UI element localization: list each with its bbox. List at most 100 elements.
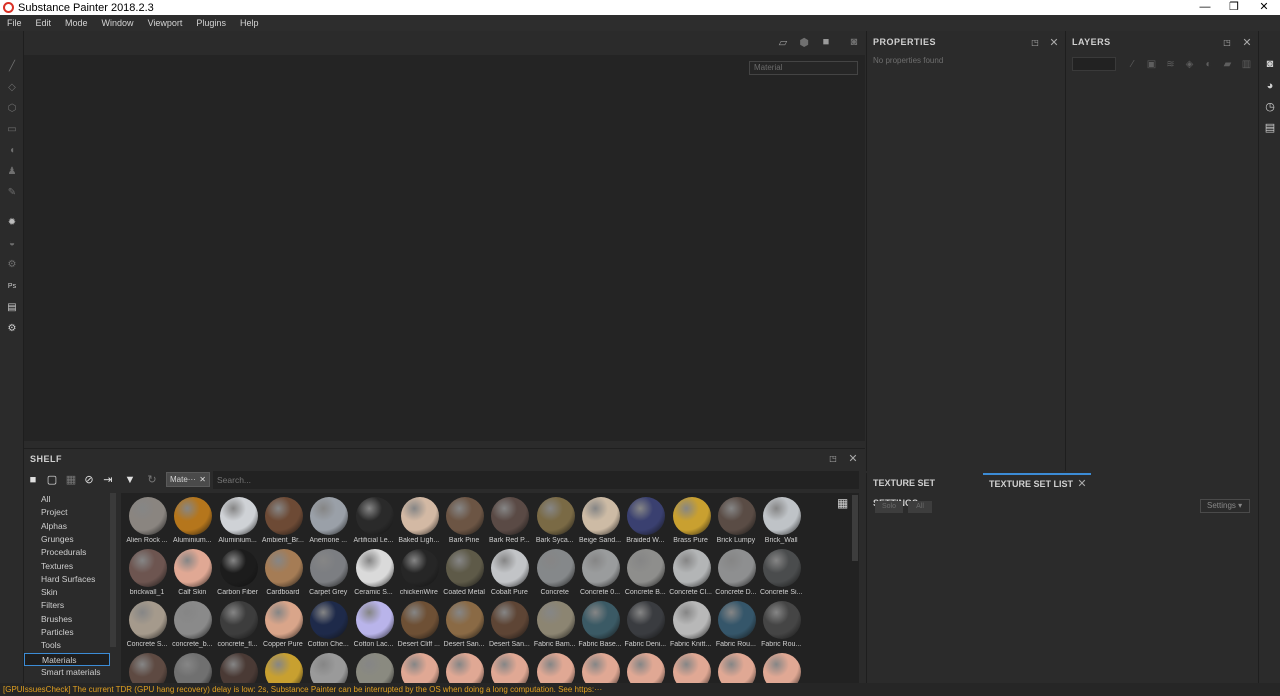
smudge-icon[interactable]: ◖ (5, 143, 19, 157)
material-tile[interactable] (669, 651, 713, 683)
category-procedurals[interactable]: Procedurals (24, 546, 110, 559)
material-tile[interactable] (442, 651, 486, 683)
filter-icon[interactable]: ▼ (124, 474, 136, 486)
add-effect-icon[interactable]: ⁄ (1127, 59, 1138, 70)
material-tile[interactable] (533, 651, 577, 683)
categories-scrollbar[interactable] (110, 493, 116, 647)
material-tile[interactable]: Concrete Cl... (669, 547, 713, 599)
tab-texture-set-settings[interactable]: TEXTURE SET SETTINGS (867, 473, 982, 508)
log-icon[interactable]: ▤ (1264, 122, 1276, 134)
cube-view-icon[interactable]: ⬢ (797, 36, 811, 49)
material-tile[interactable] (216, 651, 260, 683)
environment-icon[interactable]: ◕ (1264, 80, 1276, 92)
category-particles[interactable]: Particles (24, 626, 110, 639)
material-tile[interactable]: Cotton Che... (306, 599, 350, 651)
add-folder-icon[interactable]: ▰ (1222, 59, 1233, 70)
settings-dropdown[interactable]: Settings ▾ (1200, 499, 1250, 513)
add-layer-icon[interactable]: ≋ (1165, 59, 1176, 70)
material-tile[interactable] (261, 651, 305, 683)
menu-edit[interactable]: Edit (29, 15, 59, 31)
category-project[interactable]: Project (24, 506, 110, 519)
add-generator-icon[interactable]: ◐ (1203, 59, 1214, 70)
view-mode-icon[interactable]: ▱ (776, 36, 790, 49)
close-icon[interactable]: ✕ (1048, 37, 1060, 49)
material-tile[interactable]: Desert Cliff ... (397, 599, 441, 651)
material-tile[interactable] (578, 651, 622, 683)
material-tile[interactable]: Calf Skin (170, 547, 214, 599)
menu-window[interactable]: Window (95, 15, 141, 31)
close-button[interactable]: ✕ (1249, 0, 1279, 15)
material-tile[interactable]: Desert San... (487, 599, 531, 651)
undock-icon[interactable]: ◳ (827, 453, 839, 465)
save-icon[interactable]: ▦ (65, 474, 77, 486)
undock-icon[interactable]: ◳ (1221, 37, 1233, 49)
material-tile[interactable] (397, 651, 441, 683)
close-icon[interactable]: ✕ (1076, 478, 1088, 490)
eraser-icon[interactable]: ◇ (5, 80, 19, 94)
material-tile[interactable]: Fabric Rou... (759, 599, 803, 651)
material-tile[interactable]: Concrete (533, 547, 577, 599)
paint-brush-icon[interactable]: ╱ (5, 59, 19, 73)
material-tile[interactable]: Braided W... (623, 495, 667, 547)
document-icon[interactable]: ▤ (5, 300, 19, 314)
material-tile[interactable] (352, 651, 396, 683)
material-tile[interactable]: Fabric Knitt... (669, 599, 713, 651)
material-tile[interactable]: Concrete D... (714, 547, 758, 599)
material-tile[interactable] (714, 651, 758, 683)
material-tile[interactable]: Concrete B... (623, 547, 667, 599)
material-tile[interactable]: Anemone ... (306, 495, 350, 547)
material-tile[interactable]: Concrete Si... (759, 547, 803, 599)
viewport-3d[interactable]: ▱ ⬢ ■ ◙ Material (24, 31, 865, 441)
photoshop-export-icon[interactable]: Ps (5, 279, 19, 293)
material-tile[interactable]: Cobalt Pure (487, 547, 531, 599)
menu-plugins[interactable]: Plugins (189, 15, 233, 31)
material-tile[interactable]: concrete_fl... (216, 599, 260, 651)
material-tile[interactable] (306, 651, 350, 683)
menu-help[interactable]: Help (233, 15, 266, 31)
material-tile[interactable] (623, 651, 667, 683)
category-alphas[interactable]: Alphas (24, 520, 110, 533)
solo-button[interactable]: Solo (875, 501, 903, 513)
remove-filter-icon[interactable]: ✕ (199, 473, 206, 486)
material-tile[interactable]: Baked Ligh... (397, 495, 441, 547)
bell-icon[interactable]: ◒ (5, 236, 19, 250)
restore-button[interactable]: ❐ (1219, 0, 1249, 15)
delete-icon[interactable]: ▥ (1241, 59, 1252, 70)
category-all[interactable]: All (24, 493, 110, 506)
history-icon[interactable]: ◷ (1264, 101, 1276, 113)
menu-mode[interactable]: Mode (58, 15, 95, 31)
material-tile[interactable]: Brass Pure (669, 495, 713, 547)
material-tile[interactable]: Ceramic S... (352, 547, 396, 599)
material-tile[interactable] (487, 651, 531, 683)
material-tile[interactable] (170, 651, 214, 683)
material-tile[interactable]: Concrete 0... (578, 547, 622, 599)
material-tile[interactable]: Aluminium... (216, 495, 260, 547)
polygon-fill-icon[interactable]: ▭ (5, 122, 19, 136)
material-tile[interactable]: Copper Pure (261, 599, 305, 651)
category-tools[interactable]: Tools (24, 639, 110, 652)
category-skin[interactable]: Skin (24, 586, 110, 599)
material-tile[interactable]: Brick_Wall (759, 495, 803, 547)
material-tile[interactable]: Carbon Fiber (216, 547, 260, 599)
minimize-button[interactable]: — (1190, 0, 1220, 15)
tab-texture-set-list[interactable]: TEXTURE SET LIST (983, 473, 1091, 493)
material-tile[interactable]: Desert San... (442, 599, 486, 651)
close-icon[interactable]: ✕ (1241, 37, 1253, 49)
menu-viewport[interactable]: Viewport (141, 15, 190, 31)
add-fill-layer-icon[interactable]: ◈ (1184, 59, 1195, 70)
material-tile[interactable]: Bark Red P... (487, 495, 531, 547)
category-hard-surfaces[interactable]: Hard Surfaces (24, 573, 110, 586)
material-tile[interactable]: Bark Pine (442, 495, 486, 547)
material-tile[interactable]: Coated Metal (442, 547, 486, 599)
category-smart-materials[interactable]: Smart materials (24, 666, 110, 679)
close-icon[interactable]: ✕ (847, 453, 859, 465)
settings-icon[interactable]: ⚙ (5, 321, 19, 335)
material-tile[interactable]: Bark Syca... (533, 495, 577, 547)
material-tile[interactable]: Ambient_Br... (261, 495, 305, 547)
display-settings-icon[interactable]: ◙ (1264, 58, 1276, 70)
material-tile[interactable]: Fabric Deni... (623, 599, 667, 651)
material-tile[interactable]: concrete_b... (170, 599, 214, 651)
projection-icon[interactable]: ⬡ (5, 101, 19, 115)
material-tile[interactable] (125, 651, 169, 683)
material-tile[interactable]: Alien Rock ... (125, 495, 169, 547)
